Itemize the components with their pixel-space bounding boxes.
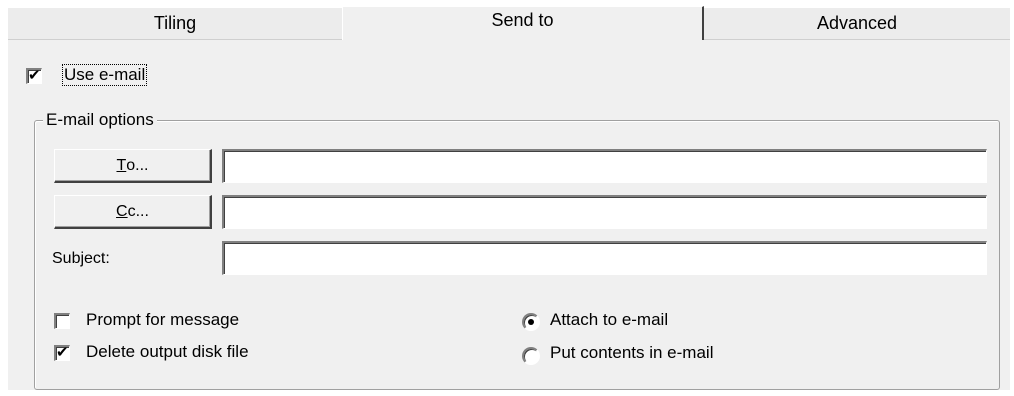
use-email-checkbox[interactable]: ✔: [26, 66, 42, 84]
subject-label: Subject:: [52, 250, 110, 267]
tab-send-to[interactable]: Send to: [342, 6, 704, 40]
checkmark-icon: ✔: [56, 343, 69, 361]
tab-tiling[interactable]: Tiling: [8, 8, 342, 40]
cc-button-label: c...: [127, 202, 149, 220]
put-contents-in-email-label[interactable]: Put contents in e-mail: [550, 343, 713, 363]
tab-advanced[interactable]: Advanced: [704, 8, 1010, 40]
delete-output-disk-file-checkbox[interactable]: ✔: [54, 343, 70, 361]
email-options-title: E-mail options: [43, 110, 157, 130]
use-email-label[interactable]: Use e-mail: [62, 64, 148, 86]
send-to-panel: ✔ Use e-mail E-mail options To... Cc... …: [8, 40, 1010, 390]
put-contents-in-email-radio[interactable]: [522, 347, 540, 365]
to-button-mnemonic: T: [116, 156, 127, 174]
cc-button[interactable]: Cc...: [54, 195, 212, 229]
to-button[interactable]: To...: [54, 149, 212, 183]
tab-send-to-label: Send to: [491, 10, 554, 30]
radio-selected-dot: [528, 319, 534, 325]
to-button-label: o...: [126, 156, 149, 174]
tab-tiling-label: Tiling: [153, 13, 197, 33]
prompt-for-message-checkbox[interactable]: [54, 313, 70, 329]
prompt-for-message-label[interactable]: Prompt for message: [86, 310, 239, 330]
cc-button-mnemonic: C: [116, 202, 128, 220]
tab-advanced-label: Advanced: [816, 13, 898, 33]
delete-output-disk-file-label[interactable]: Delete output disk file: [86, 342, 249, 362]
tab-strip: Tiling Send to Advanced: [8, 6, 1010, 40]
email-options-group: E-mail options To... Cc... Subject: Prom…: [34, 110, 1000, 390]
to-field[interactable]: [222, 149, 987, 183]
cc-field[interactable]: [222, 195, 987, 229]
attach-to-email-label[interactable]: Attach to e-mail: [550, 310, 668, 330]
checkmark-icon: ✔: [28, 66, 41, 84]
attach-to-email-radio[interactable]: [522, 313, 540, 331]
subject-field[interactable]: [222, 241, 987, 275]
